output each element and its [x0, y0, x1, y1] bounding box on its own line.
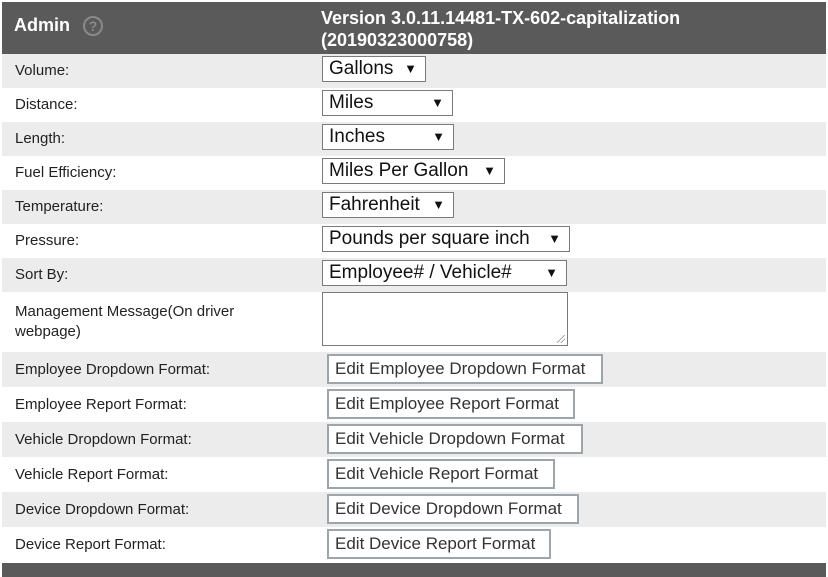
page-title: Admin [14, 15, 70, 35]
management-message-label: Management Message(On driver webpage) [15, 302, 234, 342]
edit-device-dropdown-format-button[interactable]: Edit Device Dropdown Format [327, 494, 579, 524]
management-message-label-line: webpage) [15, 323, 81, 340]
volume-label: Volume: [15, 62, 70, 79]
resize-grip-icon[interactable] [557, 335, 565, 343]
temperature-row: Temperature: Fahrenheit ▼ [2, 190, 826, 224]
distance-label: Distance: [15, 96, 78, 113]
device-dropdown-format-row: Device Dropdown Format: Edit Device Drop… [2, 492, 826, 527]
admin-header: Admin ? Version 3.0.11.14481-TX-602-capi… [2, 2, 826, 54]
sort-by-row: Sort By: Employee# / Vehicle# ▼ [2, 258, 826, 292]
device-dropdown-format-label: Device Dropdown Format: [15, 501, 190, 518]
sort-by-value: Employee# / Vehicle# [329, 262, 512, 283]
build-line: (20190323000758) [321, 30, 474, 50]
triangle-down-icon: ▼ [548, 231, 561, 246]
volume-select[interactable]: Gallons ▼ [322, 56, 426, 82]
vehicle-dropdown-format-row: Vehicle Dropdown Format: Edit Vehicle Dr… [2, 422, 826, 457]
triangle-down-icon: ▼ [432, 129, 445, 144]
version-info: Version 3.0.11.14481-TX-602-capitalizati… [321, 7, 801, 51]
sort-by-label: Sort By: [15, 266, 69, 283]
triangle-down-icon: ▼ [432, 197, 445, 212]
temperature-select[interactable]: Fahrenheit ▼ [322, 192, 454, 218]
pressure-value: Pounds per square inch [329, 228, 530, 249]
fuel-efficiency-row: Fuel Efficiency: Miles Per Gallon ▼ [2, 156, 826, 190]
pressure-row: Pressure: Pounds per square inch ▼ [2, 224, 826, 258]
vehicle-report-format-row: Vehicle Report Format: Edit Vehicle Repo… [2, 457, 826, 492]
employee-report-format-label: Employee Report Format: [15, 396, 187, 413]
footer-bar [2, 563, 826, 577]
employee-report-format-row: Employee Report Format: Edit Employee Re… [2, 387, 826, 422]
fuel-efficiency-value: Miles Per Gallon [329, 160, 469, 181]
temperature-value: Fahrenheit [329, 194, 420, 215]
distance-row: Distance: Miles ▼ [2, 88, 826, 122]
length-select[interactable]: Inches ▼ [322, 124, 454, 150]
vehicle-report-format-label: Vehicle Report Format: [15, 466, 169, 483]
device-report-format-row: Device Report Format: Edit Device Report… [2, 527, 826, 563]
edit-device-report-format-button[interactable]: Edit Device Report Format [327, 529, 551, 559]
length-value: Inches [329, 126, 385, 147]
temperature-label: Temperature: [15, 198, 104, 215]
employee-dropdown-format-row: Employee Dropdown Format: Edit Employee … [2, 352, 826, 387]
triangle-down-icon: ▼ [404, 61, 417, 76]
sort-by-select[interactable]: Employee# / Vehicle# ▼ [322, 260, 567, 286]
version-line: Version 3.0.11.14481-TX-602-capitalizati… [321, 8, 681, 28]
distance-select[interactable]: Miles ▼ [322, 90, 453, 116]
edit-employee-dropdown-format-button[interactable]: Edit Employee Dropdown Format [327, 354, 603, 384]
length-row: Length: Inches ▼ [2, 122, 826, 156]
management-message-textarea[interactable] [322, 292, 568, 346]
management-message-label-line: Management Message(On driver [15, 303, 235, 320]
fuel-efficiency-label: Fuel Efficiency: [15, 164, 117, 181]
admin-panel: Admin ? Version 3.0.11.14481-TX-602-capi… [2, 0, 826, 577]
pressure-select[interactable]: Pounds per square inch ▼ [322, 226, 570, 252]
volume-row: Volume: Gallons ▼ [2, 54, 826, 88]
fuel-efficiency-select[interactable]: Miles Per Gallon ▼ [322, 158, 505, 184]
vehicle-dropdown-format-label: Vehicle Dropdown Format: [15, 431, 192, 448]
help-icon[interactable]: ? [83, 16, 103, 36]
distance-value: Miles [329, 92, 374, 113]
device-report-format-label: Device Report Format: [15, 536, 166, 553]
edit-employee-report-format-button[interactable]: Edit Employee Report Format [327, 389, 575, 419]
pressure-label: Pressure: [15, 232, 80, 249]
triangle-down-icon: ▼ [431, 95, 444, 110]
employee-dropdown-format-label: Employee Dropdown Format: [15, 361, 211, 378]
volume-value: Gallons [329, 58, 394, 79]
triangle-down-icon: ▼ [483, 163, 496, 178]
edit-vehicle-report-format-button[interactable]: Edit Vehicle Report Format [327, 459, 555, 489]
triangle-down-icon: ▼ [545, 265, 558, 280]
length-label: Length: [15, 130, 66, 147]
edit-vehicle-dropdown-format-button[interactable]: Edit Vehicle Dropdown Format [327, 424, 583, 454]
